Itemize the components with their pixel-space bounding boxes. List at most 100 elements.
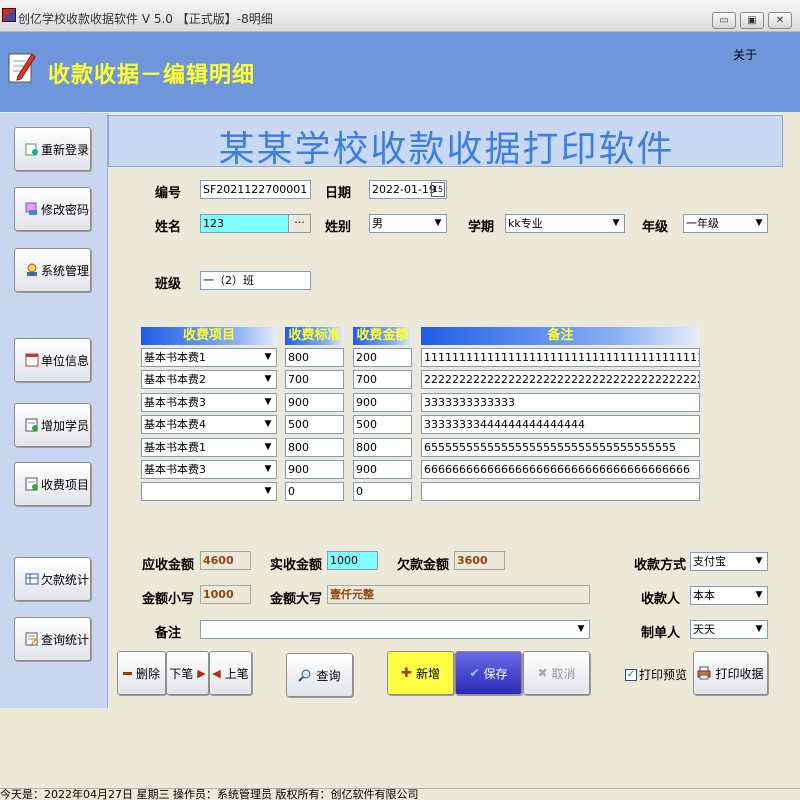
sidebar-item-arrears[interactable]: 欠款统计 <box>14 557 91 601</box>
receiver-select[interactable]: 本本 ▼ <box>690 586 768 605</box>
table-row-fee-amount[interactable]: 900 <box>353 460 412 479</box>
table-row-fee-item[interactable]: ▼ <box>141 482 277 501</box>
maximize-button[interactable]: ▣ <box>740 12 764 29</box>
table-row-fee-item[interactable]: 基本书本费1 ▼ <box>141 348 277 367</box>
print-preview-toggle[interactable]: ✓ 打印预览 <box>625 666 687 683</box>
next-button[interactable]: 下笔 ▶ <box>166 651 209 695</box>
prev-icon: ◀ <box>212 666 221 680</box>
save-button[interactable]: ✔ 保存 <box>455 651 522 695</box>
grade-select[interactable]: 一年级 ▼ <box>683 214 768 233</box>
new-button[interactable]: ✚ 新增 <box>387 651 454 695</box>
chevron-down-icon: ▼ <box>264 419 272 429</box>
table-row-note[interactable]: 2222222222222222222222222222222222222222… <box>421 370 700 389</box>
table-row-note[interactable]: 1111111111111111111111111111111111111111… <box>421 348 700 367</box>
maker-select[interactable]: 天天 ▼ <box>690 620 768 639</box>
sidebar-item-query[interactable]: 查询统计 <box>14 617 91 661</box>
save-label: 保存 <box>483 666 508 681</box>
banner: 某某学校收款收据打印软件 <box>108 115 783 170</box>
big-amount-field: 壹仟元整 <box>327 585 590 604</box>
chevron-down-icon: ▼ <box>264 374 272 384</box>
table-row-fee-standard[interactable]: 800 <box>285 348 344 367</box>
receiver-label: 收款人 <box>641 592 681 607</box>
query-icon <box>25 632 38 646</box>
magnifier-icon <box>298 669 311 682</box>
delete-button[interactable]: 删除 <box>117 651 166 695</box>
table-row-fee-amount[interactable]: 900 <box>353 393 412 412</box>
table-row-fee-amount[interactable]: 800 <box>353 438 412 457</box>
plus-icon: ✚ <box>401 665 412 681</box>
minimize-button[interactable]: ▭ <box>712 12 736 29</box>
number-field[interactable]: SF2021122700001 <box>200 180 311 199</box>
cancel-button[interactable]: ✖ 取消 <box>523 651 590 695</box>
table-row-fee-item[interactable]: 基本书本费3 ▼ <box>141 393 277 412</box>
table-row-fee-item[interactable]: 基本书本费1 ▼ <box>141 438 277 457</box>
table-row-fee-standard[interactable]: 700 <box>285 370 344 389</box>
due-label: 应收金额 <box>142 558 195 573</box>
table-row-note[interactable]: 33333333444444444444444 <box>421 415 700 434</box>
table-row-note[interactable]: 655555555555555555555555555555555555 <box>421 438 700 457</box>
table-row-fee-amount[interactable]: 0 <box>353 482 412 501</box>
chevron-down-icon: ▼ <box>264 352 272 362</box>
table-row-fee-item[interactable]: 基本书本费2 ▼ <box>141 370 277 389</box>
sidebar-item-fee-item[interactable]: 收费项目 <box>14 462 91 506</box>
sidebar-item-relogin[interactable]: 重新登录 <box>14 127 91 171</box>
sidebar-item-label: 重新登录 <box>41 142 90 157</box>
chevron-down-icon: ▼ <box>264 442 272 452</box>
cancel-icon: ✖ <box>537 666 548 680</box>
fee-item-value: 基本书本费2 <box>144 373 206 386</box>
class-field[interactable]: 一（2）班 <box>200 271 311 290</box>
sidebar-item-label: 单位信息 <box>41 353 90 368</box>
table-row-fee-amount[interactable]: 700 <box>353 370 412 389</box>
arrears-icon <box>25 573 39 585</box>
window-titlebar[interactable]: 创亿学校收款收据软件 V 5.0 【正式版】-8明细 ▭ ▣ ✕ <box>0 0 800 32</box>
prev-button[interactable]: ◀ 上笔 <box>209 651 252 695</box>
print-label: 打印收据 <box>715 666 764 681</box>
table-row-fee-standard[interactable]: 0 <box>285 482 344 501</box>
calendar-icon[interactable]: 15 <box>431 182 445 197</box>
table-row-fee-standard[interactable]: 800 <box>285 438 344 457</box>
gender-select[interactable]: 男 ▼ <box>369 214 447 233</box>
table-row-note[interactable]: 66666666666666666666666666666666666666 <box>421 460 700 479</box>
sidebar-item-info[interactable]: 单位信息 <box>14 338 91 382</box>
due-field: 4600 <box>200 551 251 570</box>
table-row-fee-standard[interactable]: 900 <box>285 460 344 479</box>
name-lookup-button[interactable]: ··· <box>288 215 310 232</box>
name-field[interactable]: 123 ··· <box>200 214 311 233</box>
table-row-fee-amount[interactable]: 200 <box>353 348 412 367</box>
print-button[interactable]: 打印收据 <box>693 651 768 695</box>
table-row-note[interactable]: 3333333333333 <box>421 393 700 412</box>
chevron-down-icon: ▼ <box>434 218 442 228</box>
sidebar-item-admin[interactable]: 系统管理 <box>14 248 91 292</box>
sidebar-item-label: 修改密码 <box>41 202 90 217</box>
sidebar-item-label: 查询统计 <box>41 632 90 647</box>
name-label: 姓名 <box>155 220 182 235</box>
new-label: 新增 <box>415 666 440 681</box>
term-value: kk专业 <box>508 217 543 230</box>
col-fee-amount: 收费金额 <box>353 327 412 345</box>
class-label: 班级 <box>155 277 182 292</box>
sidebar-item-password[interactable]: 修改密码 <box>14 187 91 231</box>
remark-select[interactable]: ▼ <box>200 620 590 639</box>
col-fee-item: 收费项目 <box>141 327 277 345</box>
query-button[interactable]: 查询 <box>286 653 353 697</box>
small-amount-field: 1000 <box>200 585 251 604</box>
table-row-fee-item[interactable]: 基本书本费3 ▼ <box>141 460 277 479</box>
print-preview-checkbox[interactable]: ✓ <box>625 668 637 681</box>
table-row-fee-standard[interactable]: 900 <box>285 393 344 412</box>
gender-value: 男 <box>372 217 383 230</box>
date-field[interactable]: 2022-01-19 15 <box>369 180 447 199</box>
term-select[interactable]: kk专业 ▼ <box>505 214 625 233</box>
table-row-note[interactable] <box>421 482 700 501</box>
about-link[interactable]: 关于 <box>733 46 757 63</box>
sidebar-item-label: 增加学员 <box>41 418 90 433</box>
method-select[interactable]: 支付宝 ▼ <box>690 552 768 571</box>
sidebar-item-add-student[interactable]: 增加学员 <box>14 403 91 447</box>
remark-label: 备注 <box>155 626 182 641</box>
paid-field[interactable]: 1000 <box>327 551 378 570</box>
fee-item-value: 基本书本费1 <box>144 351 206 364</box>
table-row-fee-item[interactable]: 基本书本费4 ▼ <box>141 415 277 434</box>
table-row-fee-amount[interactable]: 500 <box>353 415 412 434</box>
table-row-fee-standard[interactable]: 500 <box>285 415 344 434</box>
maker-value: 天天 <box>693 623 715 636</box>
close-button[interactable]: ✕ <box>768 12 792 29</box>
